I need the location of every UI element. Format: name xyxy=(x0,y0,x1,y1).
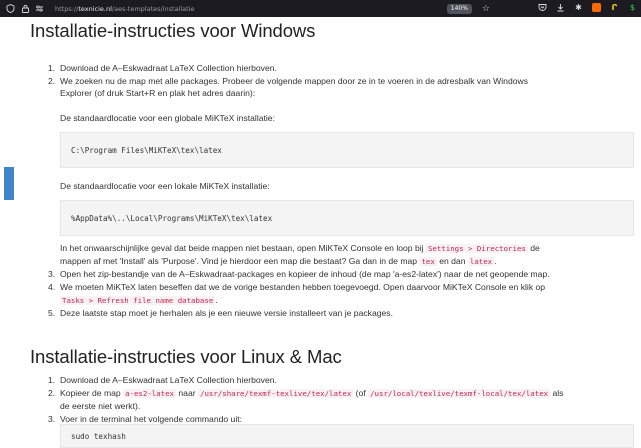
windows-step-2-line-1: We zoeken nu de map met alle packages. P… xyxy=(60,76,529,86)
windows-heading: Installatie-instructies voor Windows xyxy=(30,20,316,41)
local-location-label: De standaardlocatie voor een lokale MiKT… xyxy=(60,181,270,191)
lock-icon[interactable] xyxy=(21,4,30,13)
browser-toolbar: https://texnicie.nl/aes-templates/instal… xyxy=(0,0,641,17)
list-number: 5. xyxy=(48,308,56,318)
linux-step-1: Download de A–Eskwadraat LaTeX Collectio… xyxy=(60,375,277,385)
url-text: https://texnicie.nl/aes-templates/instal… xyxy=(55,4,195,13)
latex-code: latex xyxy=(467,257,495,266)
fallback-line-2: mappen af met 'Install' als 'Purpose'. V… xyxy=(60,256,497,266)
global-path-text: C:\Program Files\MiKTeX\tex\latex xyxy=(71,145,222,155)
extension-orange-icon[interactable] xyxy=(592,3,601,12)
windows-step-2-line-2: Explorer (of druk Start+R en plak het ad… xyxy=(60,88,256,98)
permissions-icon[interactable] xyxy=(35,4,44,13)
a-es2-latex-code: a-es2-latex xyxy=(123,389,177,398)
refresh-database-code: Tasks > Refresh file name database xyxy=(60,296,216,305)
bookmark-star-icon[interactable]: ☆ xyxy=(482,4,490,14)
list-number: 1. xyxy=(48,375,56,385)
local-path-codeblock[interactable]: %AppData%\..\Local\Programs\MiKTeX\tex\l… xyxy=(60,200,634,236)
tex-code: tex xyxy=(419,257,437,266)
global-location-label: De standaardlocatie voor een globale MiK… xyxy=(60,113,275,123)
windows-step-3: Open het zip-bestandje van de A–Eskwadra… xyxy=(60,269,550,279)
download-icon[interactable] xyxy=(556,3,565,12)
list-number: 2. xyxy=(48,76,56,86)
list-number: 3. xyxy=(48,269,56,279)
list-number: 3. xyxy=(48,414,56,424)
list-number: 1. xyxy=(48,63,56,73)
local-path-code: /usr/local/texlive/texmf-local/tex/latex xyxy=(368,389,551,398)
texhash-codeblock[interactable]: sudo texhash xyxy=(60,424,634,448)
windows-step-1: Download de A–Eskwadraat LaTeX Collectio… xyxy=(60,63,277,73)
pocket-icon[interactable] xyxy=(538,3,547,12)
texhash-command: sudo texhash xyxy=(71,431,126,441)
fallback-line-1: In het onwaarschijnlijke geval dat beide… xyxy=(60,243,540,253)
extension-puzzle-icon[interactable]: ✱ xyxy=(574,3,583,12)
linux-step-2-line-1: Kopieer de map a-es2-latex naar /usr/sha… xyxy=(60,388,564,398)
windows-step-5: Deze laatste stap moet je herhalen als j… xyxy=(60,308,393,318)
side-tab-marker[interactable] xyxy=(4,167,14,200)
shield-icon[interactable] xyxy=(6,4,15,14)
extension-green-icon[interactable]: $ xyxy=(628,3,637,12)
list-number: 4. xyxy=(48,282,56,292)
windows-step-4-line-2: Tasks > Refresh file name database. xyxy=(60,295,218,305)
linux-mac-heading: Installatie-instructies voor Linux & Mac xyxy=(30,346,342,367)
share-path-code: /usr/share/texmf-texlive/tex/latex xyxy=(198,389,354,398)
local-path-text: %AppData%\..\Local\Programs\MiKTeX\tex\l… xyxy=(71,213,273,223)
extension-yellow-icon[interactable]: ᒋ xyxy=(610,3,619,12)
url-bar[interactable]: https://texnicie.nl/aes-templates/instal… xyxy=(50,2,490,15)
linux-step-2-line-2: de eerste niet werkt). xyxy=(60,401,141,411)
zoom-badge[interactable]: 140% xyxy=(446,3,472,14)
toolbar-extensions: ✱ ᒋ $ xyxy=(538,3,637,12)
settings-directories-code: Settings > Directories xyxy=(425,244,528,253)
windows-step-4-line-1: We moeten MiKTeX laten beseffen dat we d… xyxy=(60,282,546,292)
list-number: 2. xyxy=(48,388,56,398)
global-path-codeblock[interactable]: C:\Program Files\MiKTeX\tex\latex xyxy=(60,132,634,168)
